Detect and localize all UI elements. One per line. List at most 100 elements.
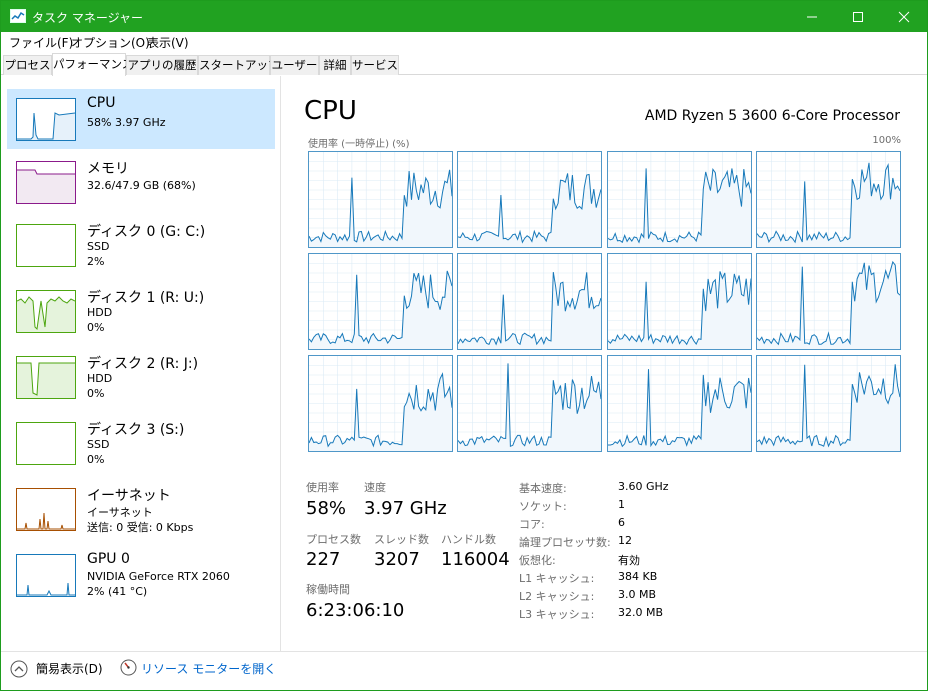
tab-bar: プロセス パフォーマンス アプリの履歴 スタートアップ ユーザー 詳細 サービス — [1, 53, 927, 76]
spec-value: 有効 — [618, 554, 640, 567]
resource-monitor-icon[interactable] — [120, 659, 137, 676]
cpu-thumbnail-graph — [16, 98, 76, 141]
tab-processes[interactable]: プロセス — [3, 55, 52, 75]
cpu-usage-line — [458, 152, 601, 247]
sidebar-detail: 32.6/47.9 GB (68%) — [87, 179, 196, 192]
cpu-usage-line — [309, 356, 452, 451]
sidebar-usage: 0% — [87, 321, 105, 334]
sidebar-detail: HDD — [87, 372, 113, 385]
handles-value: 116004 — [441, 549, 510, 570]
uptime-label: 稼働時間 — [306, 583, 350, 596]
tab-startup[interactable]: スタートアップ — [198, 55, 280, 75]
cpu-thumbnail-chart — [17, 112, 76, 140]
sidebar-title: ディスク 2 (R: J:) — [87, 356, 199, 372]
minimize-button[interactable] — [789, 1, 835, 32]
sidebar-item-cpu[interactable]: CPU 58% 3.97 GHz — [7, 89, 275, 149]
sidebar-detail: HDD — [87, 306, 113, 319]
speed-value: 3.97 GHz — [364, 498, 447, 519]
maximize-button[interactable] — [835, 1, 881, 32]
cpu-usage-line — [757, 254, 900, 349]
disk-1-thumbnail-graph — [16, 290, 76, 333]
tab-app-history[interactable]: アプリの履歴 — [126, 55, 198, 75]
cpu-usage-line — [757, 152, 900, 247]
spec-value: 1 — [618, 498, 625, 511]
logical-processor-graph — [756, 355, 901, 452]
sidebar-item-disk-3[interactable]: ディスク 3 (S:) SSD 0% — [7, 413, 275, 473]
sidebar-title: GPU 0 — [87, 551, 130, 567]
sidebar-title: ディスク 3 (S:) — [87, 422, 185, 438]
sidebar-item-disk-0[interactable]: ディスク 0 (G: C:) SSD 2% — [7, 215, 275, 275]
footer-bar: 簡易表示(D) リソース モニターを開く — [1, 651, 927, 690]
graph-max-label: 100% — [872, 135, 901, 146]
sidebar-usage: 2% — [87, 255, 105, 268]
spec-label: ソケット: — [519, 500, 567, 513]
sidebar-item-ethernet[interactable]: イーサネット イーサネット 送信: 0 受信: 0 Kbps — [7, 479, 275, 539]
cpu-usage-line — [309, 254, 452, 349]
menu-bar: ファイル(F) オプション(O) 表示(V) — [1, 32, 927, 52]
close-button[interactable] — [881, 1, 927, 32]
sidebar-title: メモリ — [87, 161, 129, 177]
tab-services[interactable]: サービス — [351, 55, 399, 75]
sidebar-usage: 2% (41 °C) — [87, 585, 148, 598]
sidebar-item-disk-2[interactable]: ディスク 2 (R: J:) HDD 0% — [7, 347, 275, 407]
disk-2-thumbnail-chart — [17, 362, 75, 398]
uptime-value: 6:23:06:10 — [306, 600, 405, 621]
menu-file[interactable]: ファイル(F) — [9, 34, 73, 51]
sidebar-usage: 0% — [87, 387, 105, 400]
sidebar-detail: 58% 3.97 GHz — [87, 116, 166, 129]
spec-label: 基本速度: — [519, 482, 567, 495]
disk-2-thumbnail-graph — [16, 356, 76, 399]
logical-processor-graph — [607, 151, 752, 248]
logical-processor-graph — [457, 355, 602, 452]
spec-value: 6 — [618, 516, 625, 529]
cpu-usage-line — [608, 152, 751, 247]
handles-label: ハンドル数 — [441, 533, 496, 546]
logical-processor-graph — [457, 151, 602, 248]
task-manager-icon — [10, 9, 26, 23]
disk-1-thumbnail-chart — [16, 296, 76, 332]
tab-performance[interactable]: パフォーマンス — [52, 53, 133, 76]
chevron-up-circle-icon[interactable] — [10, 660, 28, 678]
ethernet-thumbnail-graph — [16, 488, 76, 531]
sidebar-title: CPU — [87, 95, 116, 111]
sidebar-title: ディスク 1 (R: U:) — [87, 290, 205, 306]
sidebar-detail: イーサネット — [87, 506, 153, 519]
sidebar-usage: 送信: 0 受信: 0 Kbps — [87, 521, 194, 534]
title-bar[interactable]: タスク マネージャー — [1, 1, 927, 32]
fewer-details-button[interactable]: 簡易表示(D) — [36, 660, 103, 677]
logical-processor-graph — [607, 355, 752, 452]
cpu-usage-line — [757, 356, 900, 451]
disk-0-thumbnail-graph — [16, 224, 76, 267]
spec-value: 3.0 MB — [618, 588, 657, 601]
cpu-usage-line — [309, 152, 452, 247]
spec-label: 論理プロセッサ数: — [519, 536, 611, 549]
threads-label: スレッド数 — [374, 533, 429, 546]
graph-caption: 使用率 (一時停止) (%) — [308, 139, 410, 150]
cpu-usage-line — [608, 254, 751, 349]
ethernet-thumbnail-chart — [17, 512, 75, 530]
resource-sidebar: CPU 58% 3.97 GHz メモリ 32.6/47.9 GB (68%) … — [1, 76, 281, 651]
spec-value: 384 KB — [618, 570, 658, 583]
processes-value: 227 — [306, 549, 341, 570]
window-title: タスク マネージャー — [32, 11, 143, 25]
sidebar-detail: SSD — [87, 438, 110, 451]
minimize-icon — [807, 16, 817, 18]
menu-options[interactable]: オプション(O) — [71, 34, 150, 51]
logical-processor-graph — [756, 151, 901, 248]
tab-details[interactable]: 詳細 — [319, 55, 351, 75]
utilization-value: 58% — [306, 498, 347, 519]
cpu-usage-line — [458, 254, 601, 349]
sidebar-detail: SSD — [87, 240, 110, 253]
sidebar-item-gpu-0[interactable]: GPU 0 NVIDIA GeForce RTX 2060 2% (41 °C) — [7, 545, 275, 605]
disk-3-thumbnail-graph — [16, 422, 76, 465]
sidebar-title: ディスク 0 (G: C:) — [87, 224, 206, 240]
menu-view[interactable]: 表示(V) — [147, 34, 189, 51]
tab-users[interactable]: ユーザー — [270, 55, 319, 75]
utilization-label: 使用率 — [306, 481, 339, 494]
sidebar-item-memory[interactable]: メモリ 32.6/47.9 GB (68%) — [7, 152, 275, 212]
spec-value: 3.60 GHz — [618, 480, 669, 493]
open-resource-monitor-link[interactable]: リソース モニターを開く — [141, 660, 276, 677]
logical-processor-graph — [607, 253, 752, 350]
sidebar-item-disk-1[interactable]: ディスク 1 (R: U:) HDD 0% — [7, 281, 275, 341]
cpu-usage-line — [608, 356, 751, 451]
